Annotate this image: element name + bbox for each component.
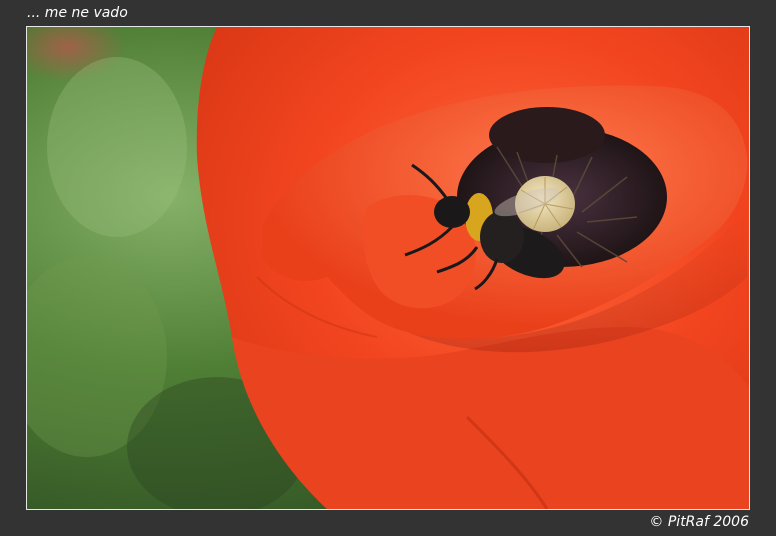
background-highlight [47,57,187,237]
photo [26,26,750,510]
copyright-credit: © PitRaf 2006 [649,514,749,530]
poppy-center-shadow [489,107,605,163]
bee-thorax [480,211,524,263]
image-title: ... me ne vado [27,5,128,21]
bee-head [434,196,470,228]
